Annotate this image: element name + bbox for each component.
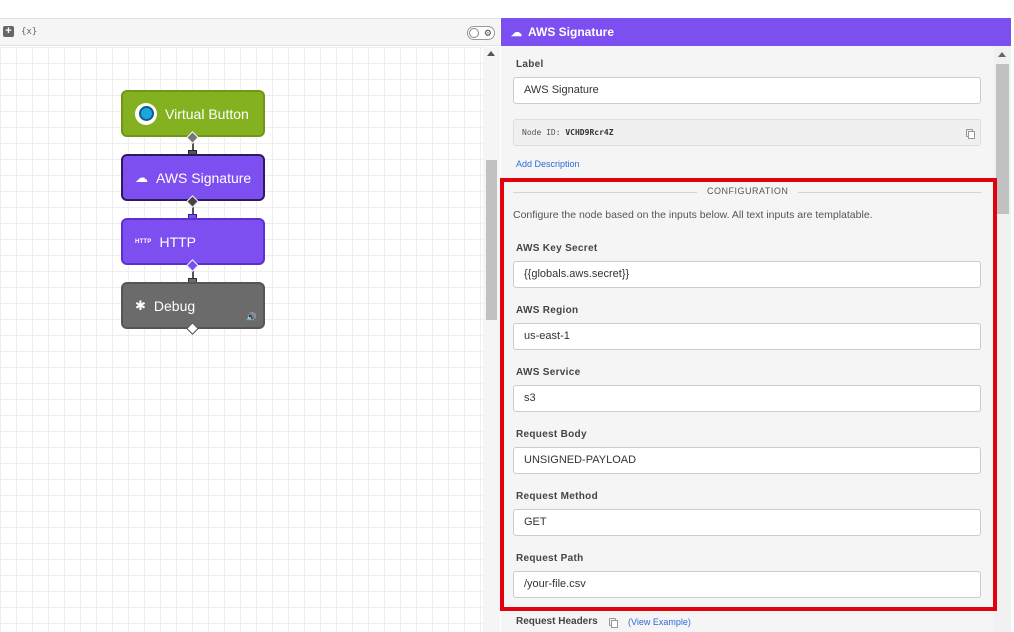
- node-label: Debug: [153, 297, 196, 314]
- node-aws-signature[interactable]: ☁ AWS Signature: [121, 154, 265, 201]
- add-description-link[interactable]: Add Description: [516, 159, 580, 169]
- virtual-button-icon: [135, 102, 157, 125]
- node-id-prefix: Node ID:: [522, 128, 561, 137]
- workflow-editor: + {x} ⚙ Virtual Button ☁ AWS Signature H…: [0, 0, 1014, 632]
- node-label: Virtual Button: [165, 105, 249, 122]
- view-example-link[interactable]: (View Example): [628, 617, 691, 627]
- node-id-value: VCHD9Rcr4Z: [565, 128, 614, 137]
- panel-title: AWS Signature: [528, 25, 615, 39]
- node-id-box: Node ID: VCHD9Rcr4Z: [513, 119, 981, 146]
- panel-header: ☁ AWS Signature: [501, 18, 1011, 46]
- http-icon: HTTP: [135, 238, 152, 245]
- scroll-up-arrow-icon[interactable]: [487, 51, 495, 56]
- add-node-icon[interactable]: +: [3, 26, 14, 37]
- bug-icon: ✱: [135, 297, 146, 313]
- cloud-icon: ☁: [511, 26, 522, 39]
- canvas-toolbar: + {x} ⚙: [0, 18, 500, 46]
- label-input[interactable]: AWS Signature: [513, 77, 981, 104]
- copy-icon[interactable]: [609, 618, 618, 628]
- gear-icon: ⚙: [483, 28, 492, 38]
- canvas-top-strip: [0, 0, 500, 18]
- canvas-scrollbar[interactable]: [483, 47, 500, 632]
- toggle-knob: [469, 28, 479, 38]
- request-headers-label: Request Headers: [516, 616, 598, 627]
- variables-icon[interactable]: {x}: [21, 26, 37, 38]
- configuration-highlight-box: [500, 178, 997, 611]
- panel-scroll-thumb[interactable]: [996, 64, 1009, 214]
- node-http[interactable]: HTTP HTTP: [121, 218, 265, 265]
- copy-icon[interactable]: [966, 129, 975, 139]
- label-field-label: Label: [516, 59, 544, 70]
- cloud-icon: ☁: [135, 169, 148, 185]
- canvas-scroll-thumb[interactable]: [486, 160, 497, 320]
- node-label: AWS Signature: [156, 169, 252, 186]
- canvas-toggle[interactable]: ⚙: [467, 26, 495, 40]
- node-virtual-button[interactable]: Virtual Button: [121, 90, 265, 137]
- speaker-icon[interactable]: 🔊: [246, 312, 257, 323]
- node-label: HTTP: [159, 233, 197, 250]
- scroll-up-arrow-icon[interactable]: [998, 52, 1006, 57]
